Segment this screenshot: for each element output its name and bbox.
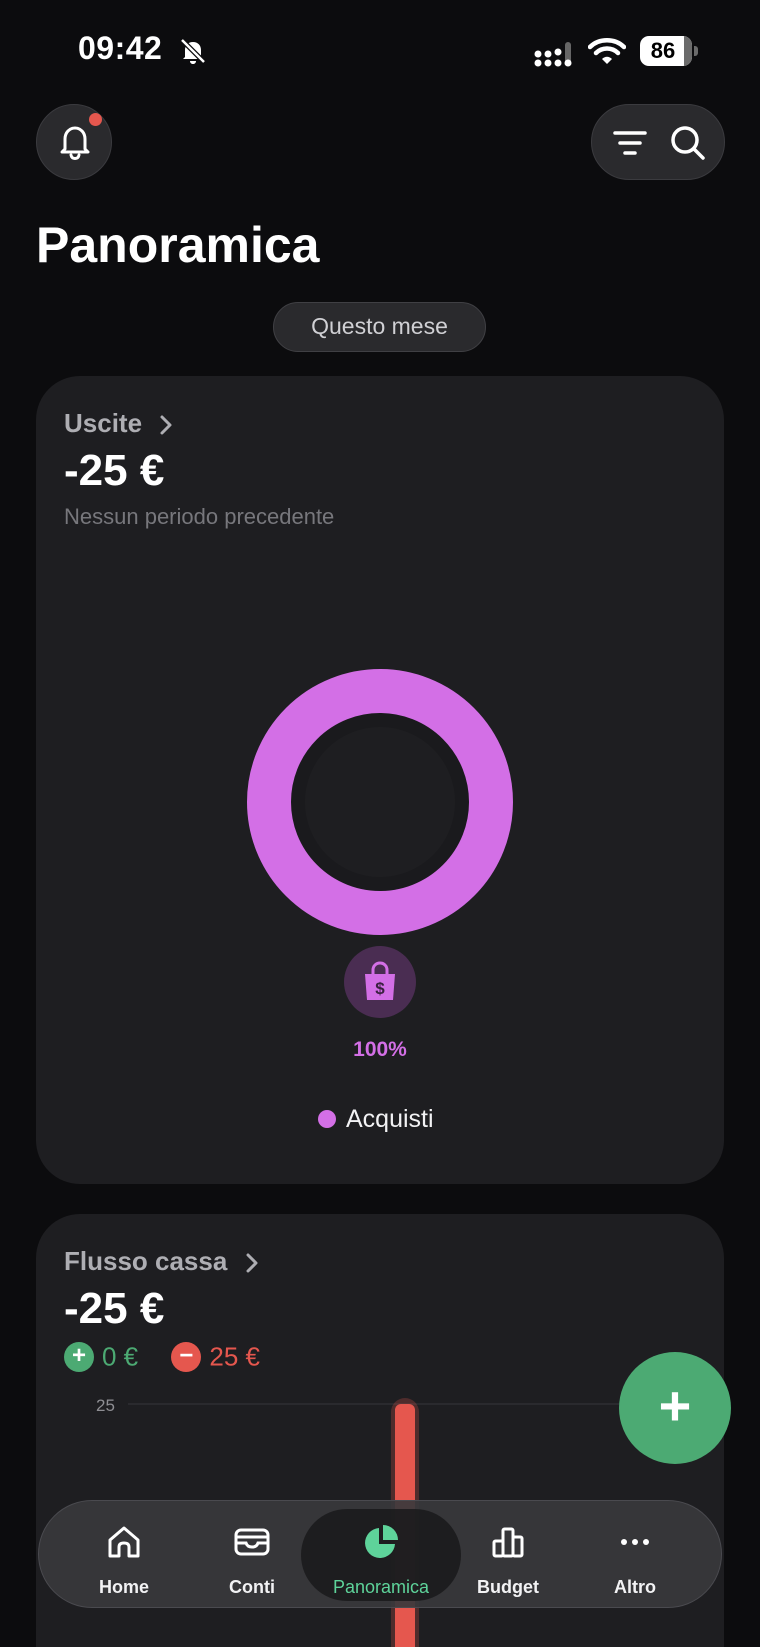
filter-icon[interactable] <box>612 127 648 159</box>
cellular-signal-icon <box>534 42 572 67</box>
donut-inner-ring <box>291 713 469 891</box>
notification-badge <box>89 113 102 126</box>
chevron-right-icon <box>160 415 172 435</box>
tab-altro[interactable]: Altro <box>572 1501 698 1609</box>
tab-bar: Home Conti Panoramica Budget Altro <box>38 1500 722 1608</box>
income-value: 0 € <box>102 1341 139 1372</box>
cashflow-title: Flusso cassa <box>64 1246 228 1276</box>
page-title: Panoramica <box>36 217 320 273</box>
legend-swatch <box>318 1110 336 1129</box>
svg-text:$: $ <box>375 979 385 998</box>
pie-chart-icon <box>365 1525 398 1558</box>
chevron-right-icon <box>246 1253 258 1273</box>
expenses-card-header[interactable]: Uscite <box>64 408 173 439</box>
cashflow-amount: -25 € <box>64 1284 165 1333</box>
wifi-icon <box>588 38 626 64</box>
expenses-amount: -25 € <box>64 446 165 495</box>
shopping-bag-icon: $ <box>365 961 395 1000</box>
wallet-icon <box>234 1528 270 1556</box>
expenses-title: Uscite <box>64 408 143 438</box>
more-icon <box>621 1539 649 1545</box>
period-selector[interactable]: Questo mese <box>273 302 486 352</box>
battery-indicator: 86 <box>640 36 698 66</box>
notifications-button[interactable] <box>36 104 112 180</box>
home-icon <box>108 1526 140 1558</box>
expense-value: 25 € <box>209 1341 260 1372</box>
category-percent: 100% <box>353 1038 407 1061</box>
cashflow-card-header[interactable]: Flusso cassa <box>64 1246 259 1277</box>
expenses-card[interactable]: Uscite -25 € Nessun periodo precedente $… <box>36 376 724 1184</box>
filter-search-group <box>591 104 725 180</box>
category-icon-acquisti: $ <box>344 946 416 1018</box>
legend-label: Acquisti <box>346 1104 434 1133</box>
bell-icon <box>60 126 90 161</box>
tab-panoramica[interactable]: Panoramica <box>318 1501 444 1609</box>
tab-conti[interactable]: Conti <box>189 1501 315 1609</box>
bell-muted-icon <box>180 38 206 64</box>
cashflow-breakdown: +0 € −25 € <box>64 1340 260 1374</box>
status-bar: 09:42 86 <box>0 0 760 100</box>
bar-chart-icon <box>492 1527 524 1558</box>
minus-icon: − <box>171 1342 202 1373</box>
y-tick-label: 25 <box>96 1396 115 1415</box>
plus-icon: + <box>64 1342 94 1373</box>
tab-budget[interactable]: Budget <box>445 1501 571 1609</box>
expenses-donut-chart[interactable] <box>246 668 514 936</box>
status-time: 09:42 <box>78 30 163 66</box>
add-transaction-button[interactable]: + <box>619 1352 731 1464</box>
tab-home[interactable]: Home <box>61 1501 187 1609</box>
legend-item-acquisti[interactable]: Acquisti <box>318 1104 434 1140</box>
plus-icon: + <box>658 1374 692 1437</box>
search-icon[interactable] <box>668 123 708 163</box>
expenses-comparison: Nessun periodo precedente <box>64 504 335 529</box>
